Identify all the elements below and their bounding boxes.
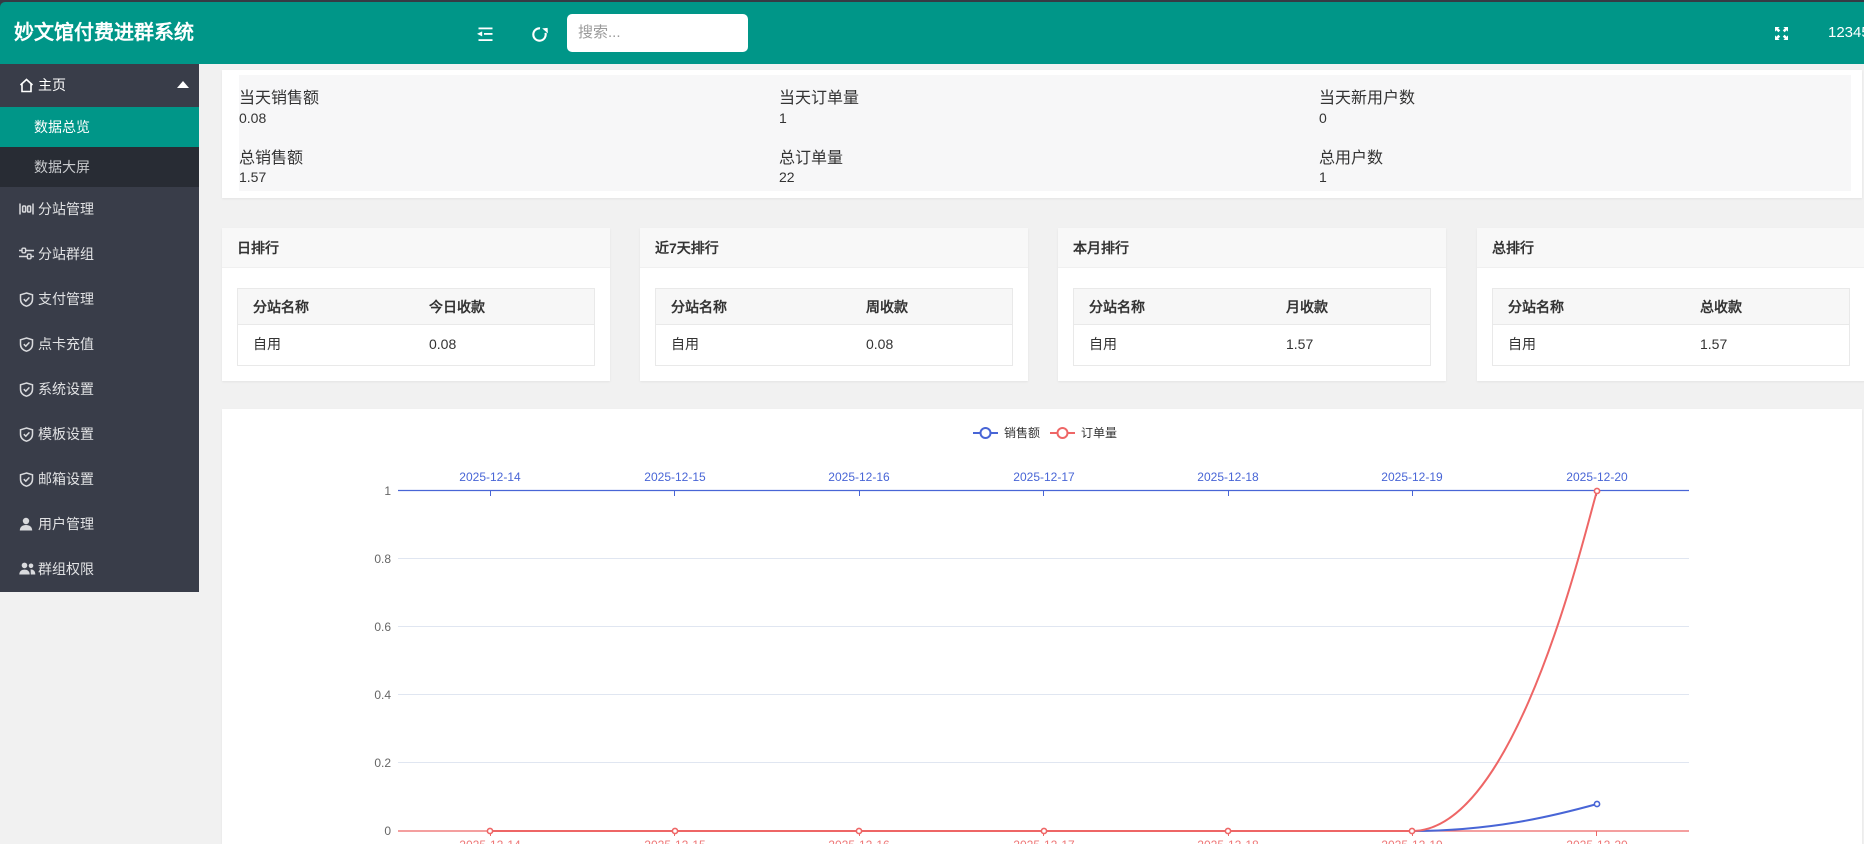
- svg-text:0: 0: [384, 824, 391, 838]
- svg-text:2025-12-19: 2025-12-19: [1381, 838, 1443, 844]
- svg-text:2025-12-18: 2025-12-18: [1197, 470, 1259, 484]
- svg-text:2025-12-15: 2025-12-15: [644, 838, 706, 844]
- svg-text:0.2: 0.2: [374, 756, 391, 770]
- svg-text:2025-12-16: 2025-12-16: [828, 470, 890, 484]
- svg-text:2025-12-14: 2025-12-14: [459, 838, 521, 844]
- svg-text:2025-12-15: 2025-12-15: [644, 470, 706, 484]
- svg-text:2025-12-14: 2025-12-14: [459, 470, 521, 484]
- svg-text:2025-12-20: 2025-12-20: [1566, 470, 1628, 484]
- svg-text:2025-12-19: 2025-12-19: [1381, 470, 1443, 484]
- svg-text:2025-12-17: 2025-12-17: [1013, 470, 1075, 484]
- svg-text:0.6: 0.6: [374, 620, 391, 634]
- svg-text:0.8: 0.8: [374, 552, 391, 566]
- svg-text:销售额: 销售额: [1004, 425, 1040, 440]
- svg-text:2025-12-20: 2025-12-20: [1566, 838, 1628, 844]
- svg-text:2025-12-16: 2025-12-16: [828, 838, 890, 844]
- svg-text:2025-12-17: 2025-12-17: [1013, 838, 1075, 844]
- svg-text:0.4: 0.4: [374, 688, 391, 702]
- svg-text:订单量: 订单量: [1081, 426, 1117, 440]
- svg-text:2025-12-18: 2025-12-18: [1197, 838, 1259, 844]
- svg-text:1: 1: [384, 484, 391, 498]
